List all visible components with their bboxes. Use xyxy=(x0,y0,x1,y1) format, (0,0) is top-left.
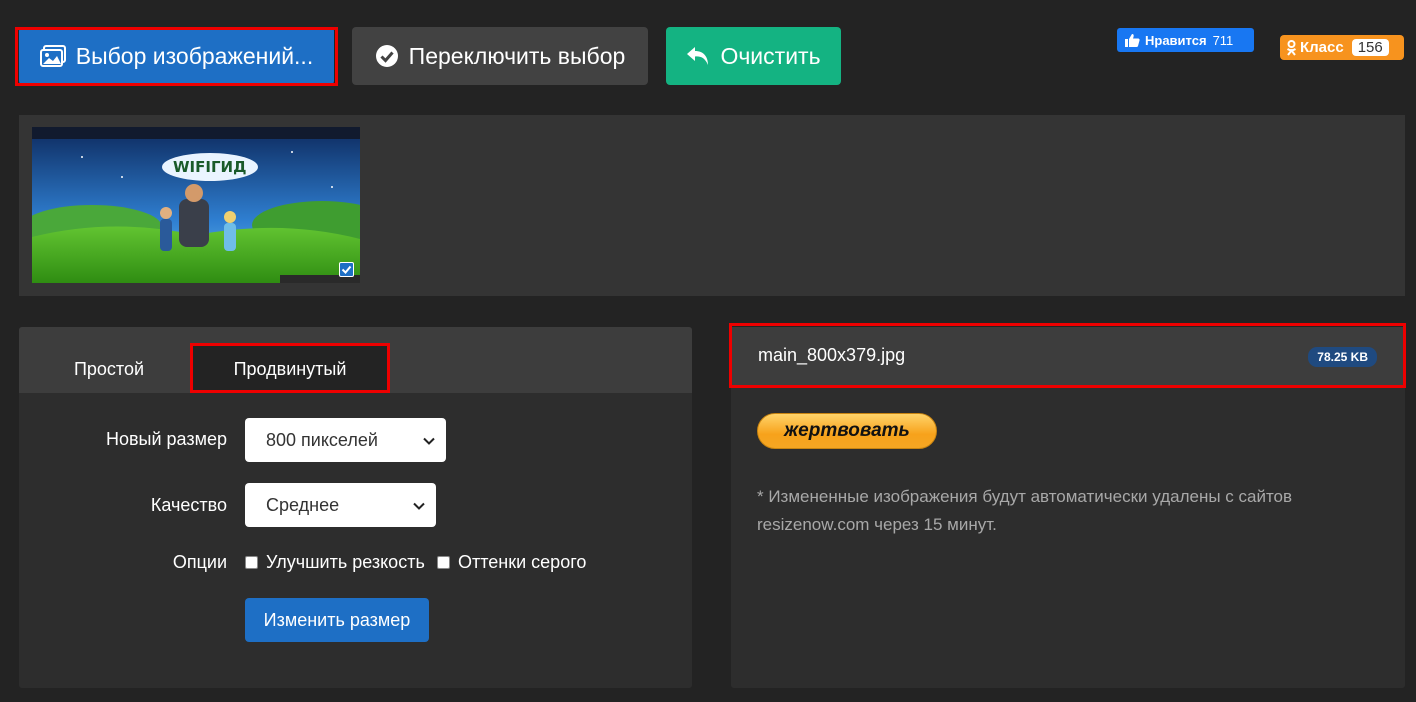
quality-select[interactable]: Среднее xyxy=(245,483,436,527)
grayscale-option[interactable]: Оттенки серого xyxy=(437,552,586,573)
image-thumbnail[interactable]: WIFIГИД xyxy=(32,127,360,283)
quality-label: Качество xyxy=(150,495,227,515)
toggle-selection-button[interactable]: Переключить выбор xyxy=(352,27,648,85)
sharpen-checkbox[interactable] xyxy=(245,556,258,569)
size-select-value: 800 пикселей xyxy=(266,429,378,450)
grayscale-label: Оттенки серого xyxy=(458,552,587,572)
clear-label: Очистить xyxy=(720,42,821,69)
settings-panel: Простой Продвинутый Новый размер 800 пик… xyxy=(19,327,692,688)
facebook-like-label: Нравится xyxy=(1145,32,1207,48)
choose-images-label: Выбор изображений... xyxy=(75,42,314,69)
odnoklassniki-class-label: Класс xyxy=(1300,39,1344,56)
odnoklassniki-class-button[interactable]: Класс 156 xyxy=(1280,35,1404,60)
odnoklassniki-icon xyxy=(1286,39,1297,56)
size-select[interactable]: 800 пикселей xyxy=(245,418,446,462)
images-icon xyxy=(39,45,66,67)
chevron-down-icon xyxy=(412,497,426,518)
thumbnail-illustration xyxy=(32,127,360,283)
thumbs-up-icon xyxy=(1125,33,1140,47)
quality-select-value: Среднее xyxy=(266,494,340,515)
donate-button[interactable]: жертвовать xyxy=(757,413,937,449)
selected-checkbox[interactable] xyxy=(339,262,354,277)
sharpen-option[interactable]: Улучшить резкость xyxy=(245,552,425,573)
deletion-note: * Измененные изображения будут автоматич… xyxy=(757,487,1293,534)
facebook-like-count: 711 xyxy=(1212,32,1234,48)
thumbnail-logo: WIFIГИД xyxy=(173,158,247,176)
check-circle-icon xyxy=(375,44,399,68)
filesize-badge: 78.25 KB xyxy=(1308,347,1377,367)
chevron-down-icon xyxy=(422,432,436,453)
odnoklassniki-class-count: 156 xyxy=(1351,39,1389,56)
result-file-row[interactable]: main_800x379.jpg 78.25 KB xyxy=(731,327,1405,387)
resize-button[interactable]: Изменить размер xyxy=(245,598,429,642)
options-label: Опции xyxy=(172,552,227,572)
tab-advanced[interactable]: Продвинутый xyxy=(192,345,388,393)
result-panel: main_800x379.jpg 78.25 KB жертвовать * И… xyxy=(731,327,1405,688)
sharpen-label: Улучшить резкость xyxy=(266,552,425,572)
undo-icon xyxy=(686,45,710,67)
image-gallery: WIFIГИД xyxy=(19,115,1405,296)
toggle-selection-label: Переключить выбор xyxy=(408,42,626,69)
grayscale-checkbox[interactable] xyxy=(437,556,450,569)
result-filename[interactable]: main_800x379.jpg xyxy=(758,345,905,366)
clear-button[interactable]: Очистить xyxy=(666,27,841,85)
size-label: Новый размер xyxy=(105,429,227,449)
choose-images-button[interactable]: Выбор изображений... xyxy=(19,27,334,85)
facebook-like-button[interactable]: Нравится 711 xyxy=(1117,28,1254,52)
mode-tabs: Простой Продвинутый xyxy=(19,327,692,393)
tab-simple[interactable]: Простой xyxy=(49,345,169,393)
